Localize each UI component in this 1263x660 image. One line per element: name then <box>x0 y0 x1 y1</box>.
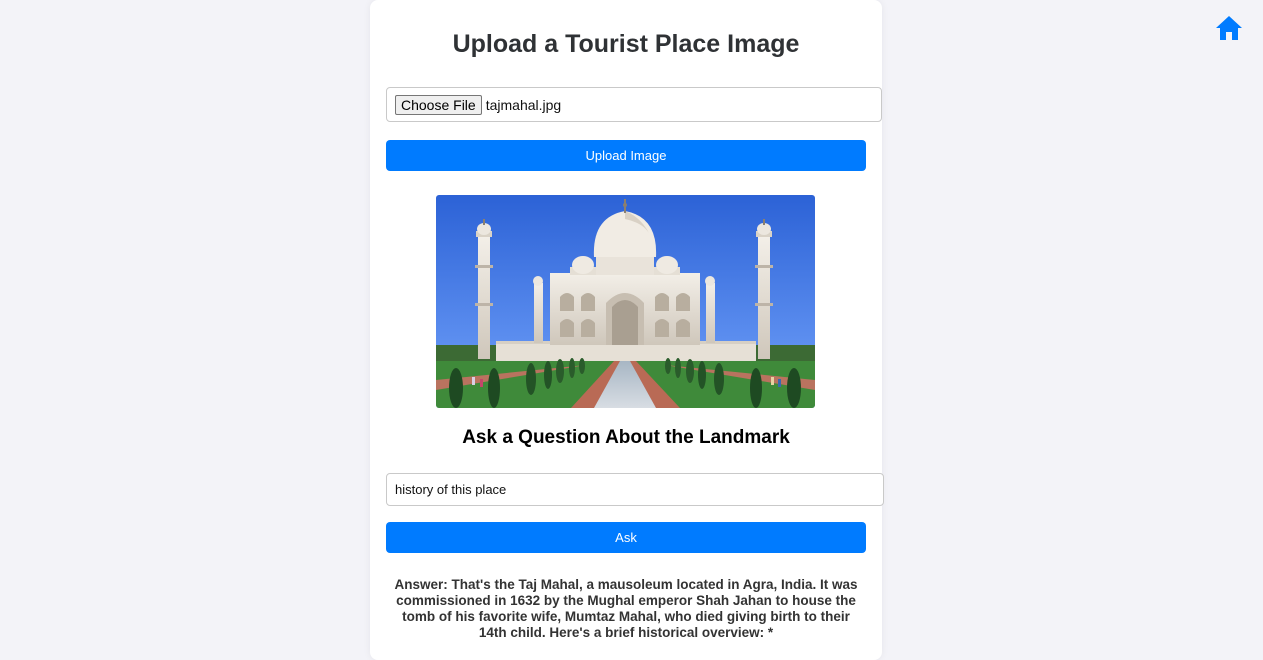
question-heading: Ask a Question About the Landmark <box>462 427 790 448</box>
upload-image-button[interactable]: Upload Image <box>386 140 866 171</box>
file-name: tajmahal.jpg <box>485 96 562 113</box>
answer-text: Answer: That's the Taj Mahal, a mausoleu… <box>394 577 858 640</box>
home-icon[interactable] <box>1215 14 1243 42</box>
choose-file-button[interactable]: Choose File <box>395 94 482 115</box>
upload-card: Upload a Tourist Place Image Choose File… <box>370 0 884 660</box>
page-title: Upload a Tourist Place Image <box>452 30 800 58</box>
ask-button[interactable]: Ask <box>386 522 866 553</box>
question-input[interactable] <box>386 473 884 506</box>
landmark-image <box>436 195 815 408</box>
file-input[interactable]: Choose File tajmahal.jpg <box>386 87 882 122</box>
